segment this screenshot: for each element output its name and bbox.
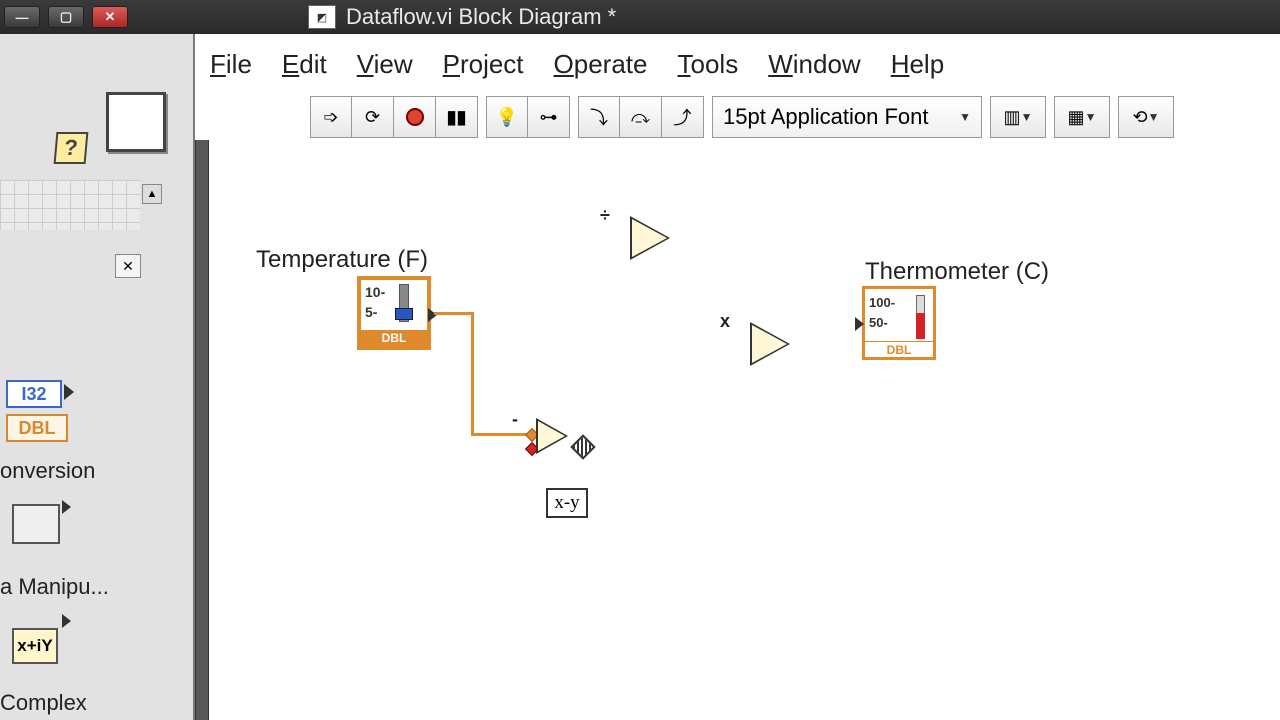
probe-icon: ⊶ xyxy=(540,107,558,128)
app-icon: ◩ xyxy=(308,5,336,29)
block-diagram-canvas[interactable]: Temperature (F) Thermometer (C) 10-5- DB… xyxy=(210,140,1280,720)
distribute-icon: ▦ xyxy=(1068,107,1085,128)
palette-dbl-item[interactable]: DBL xyxy=(6,414,68,442)
cycle-icon: ⟳ xyxy=(365,107,380,128)
menu-help[interactable]: Help xyxy=(891,49,944,80)
thermometer-label: Thermometer (C) xyxy=(865,258,1049,286)
temperature-label: Temperature (F) xyxy=(256,246,428,274)
font-selector[interactable]: 15pt Application Font ▼ xyxy=(712,96,982,138)
window-title: Dataflow.vi Block Diagram * xyxy=(346,4,616,30)
control-type-tag: DBL xyxy=(361,330,427,346)
palette-complex-item[interactable]: x+iY xyxy=(12,628,58,664)
step-into-button[interactable]: ⤵ xyxy=(578,96,620,138)
chevron-down-icon: ▼ xyxy=(1085,110,1097,124)
align-objects-button[interactable]: ▥▼ xyxy=(990,96,1046,138)
step-out-button[interactable]: ⤴ xyxy=(662,96,704,138)
toolbar: ➩ ⟳ ▮▮ 💡 ⊶ ⤵ ⤼ ⤴ 15pt Application Font ▼… xyxy=(310,96,1174,138)
retain-wire-button[interactable]: ⊶ xyxy=(528,96,570,138)
chevron-down-icon: ▼ xyxy=(1021,110,1033,124)
output-terminal-icon xyxy=(428,308,437,322)
temperature-control-terminal[interactable]: 10-5- DBL xyxy=(357,276,431,350)
align-icon: ▥ xyxy=(1004,107,1021,128)
font-selector-label: 15pt Application Font xyxy=(723,104,928,130)
pause-button[interactable]: ▮▮ xyxy=(436,96,478,138)
menu-edit[interactable]: Edit xyxy=(282,49,327,80)
menu-project[interactable]: Project xyxy=(443,49,524,80)
run-arrow-icon: ➩ xyxy=(323,107,338,128)
palette-i32-item[interactable]: I32 xyxy=(6,380,62,408)
left-panel: ? ▲ ✕ I32 DBL onversion a Manipu... x+iY… xyxy=(0,34,195,720)
input-terminal-icon xyxy=(855,317,864,331)
step-into-icon: ⤵ xyxy=(590,104,608,130)
reorder-icon: ⟲ xyxy=(1133,107,1148,128)
context-help-icon[interactable]: ? xyxy=(54,132,89,164)
palette-close-button[interactable]: ✕ xyxy=(115,254,141,278)
palette-manipulation-label: a Manipu... xyxy=(0,574,109,600)
bulb-icon: 💡 xyxy=(496,107,518,128)
minimize-button[interactable]: — xyxy=(4,6,40,28)
wiring-cursor-icon xyxy=(574,438,594,458)
vi-icon-pane[interactable] xyxy=(106,92,166,152)
thermometer-mercury-icon xyxy=(916,313,925,339)
multiply-node[interactable]: x xyxy=(750,322,790,366)
subtract-node[interactable]: - xyxy=(536,418,568,454)
step-over-button[interactable]: ⤼ xyxy=(620,96,662,138)
front-panel-preview xyxy=(0,180,140,230)
chevron-down-icon: ▼ xyxy=(1148,110,1160,124)
wire-segment[interactable] xyxy=(471,312,474,436)
slider-thumb-icon xyxy=(395,308,413,320)
palette-complex-label: Complex xyxy=(0,690,87,716)
palette-manipulation-item[interactable] xyxy=(12,504,60,544)
stop-icon xyxy=(406,108,424,126)
title-bar: — ▢ ✕ ◩ Dataflow.vi Block Diagram * xyxy=(0,0,1280,34)
expression-box[interactable]: x-y xyxy=(546,488,588,518)
window-divider[interactable] xyxy=(195,140,209,720)
maximize-button[interactable]: ▢ xyxy=(48,6,84,28)
menu-file[interactable]: File xyxy=(210,49,252,80)
menu-bar: File Edit View Project Operate Tools Win… xyxy=(210,44,944,84)
palette-conversion-label: onversion xyxy=(0,458,95,484)
divide-node[interactable]: ÷ xyxy=(630,216,670,260)
chevron-down-icon: ▼ xyxy=(959,110,971,124)
run-continuous-button[interactable]: ⟳ xyxy=(352,96,394,138)
menu-tools[interactable]: Tools xyxy=(678,49,739,80)
distribute-objects-button[interactable]: ▦▼ xyxy=(1054,96,1110,138)
control-ticks: 10-5- xyxy=(365,282,385,322)
indicator-ticks: 100-50- xyxy=(869,293,895,333)
menu-operate[interactable]: Operate xyxy=(554,49,648,80)
indicator-type-tag: DBL xyxy=(865,341,933,357)
wire-segment[interactable] xyxy=(471,433,531,436)
menu-view[interactable]: View xyxy=(357,49,413,80)
abort-button[interactable] xyxy=(394,96,436,138)
menu-window[interactable]: Window xyxy=(768,49,860,80)
close-button[interactable]: ✕ xyxy=(92,6,128,28)
reorder-button[interactable]: ⟲▼ xyxy=(1118,96,1174,138)
thermometer-indicator-terminal[interactable]: 100-50- DBL xyxy=(862,286,936,360)
highlight-execution-button[interactable]: 💡 xyxy=(486,96,528,138)
run-button[interactable]: ➩ xyxy=(310,96,352,138)
pause-icon: ▮▮ xyxy=(447,107,467,128)
step-out-icon: ⤴ xyxy=(674,104,692,130)
scroll-up-button[interactable]: ▲ xyxy=(142,184,162,204)
step-over-icon: ⤼ xyxy=(631,107,650,128)
wire-segment[interactable] xyxy=(434,312,474,315)
